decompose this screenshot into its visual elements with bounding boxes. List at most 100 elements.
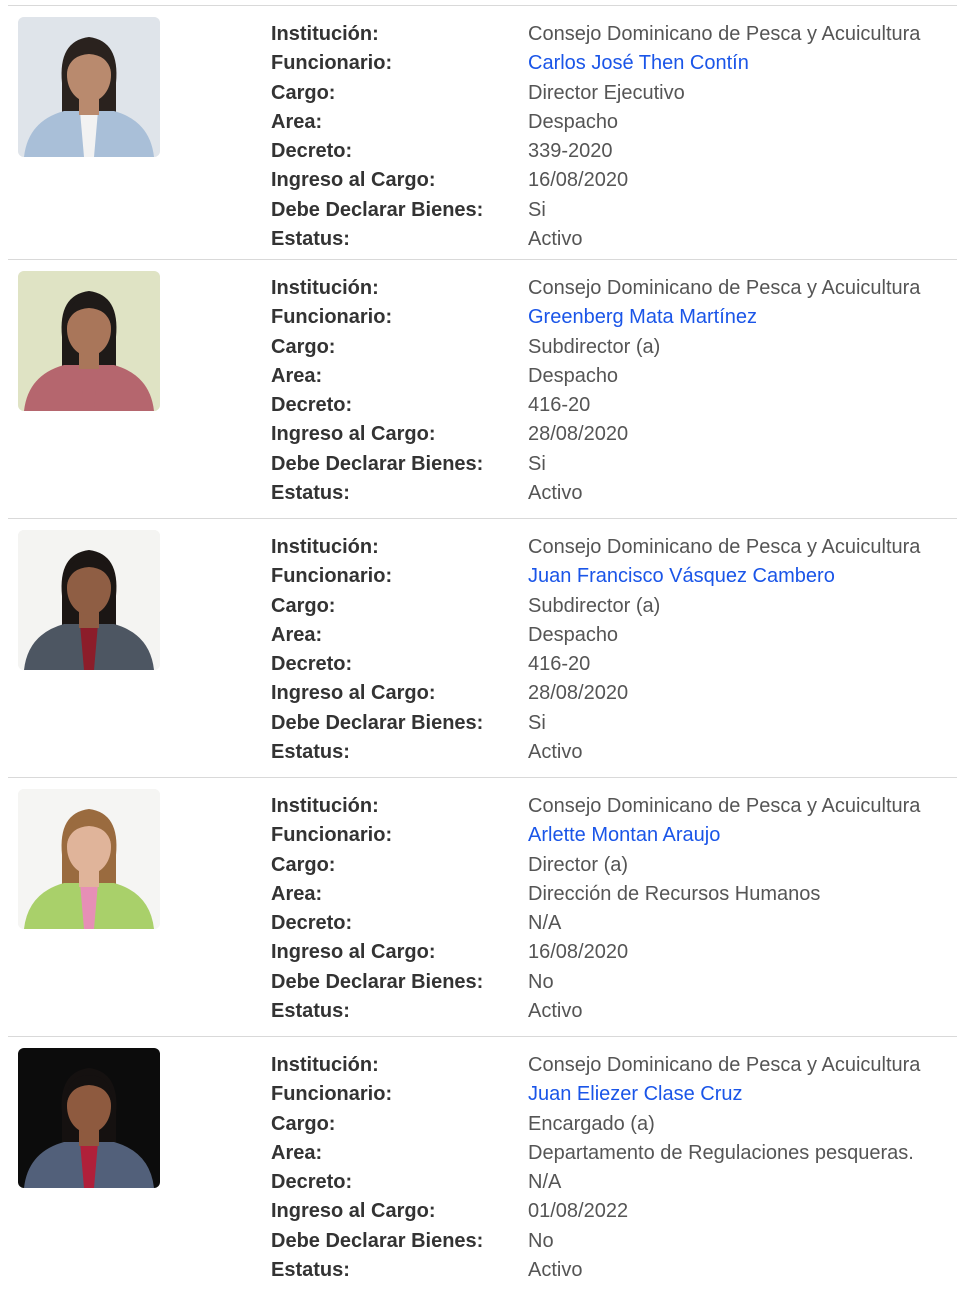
estatus-label: Estatus: bbox=[271, 228, 350, 251]
cargo-value: Subdirector (a) bbox=[528, 594, 661, 617]
area-label: Area: bbox=[271, 882, 323, 905]
declarar-value: Si bbox=[528, 452, 546, 475]
cargo-row: Cargo: Director Ejecutivo bbox=[271, 79, 957, 108]
area-row: Area: Dirección de Recursos Humanos bbox=[271, 880, 957, 909]
estatus-value: Activo bbox=[528, 1000, 583, 1023]
institucion-row: Institución: Consejo Dominicano de Pesca… bbox=[271, 1051, 957, 1080]
cargo-label: Cargo: bbox=[271, 1112, 336, 1135]
institucion-row: Institución: Consejo Dominicano de Pesca… bbox=[271, 533, 957, 562]
area-label: Area: bbox=[271, 110, 323, 133]
declarar-value: Si bbox=[528, 198, 546, 221]
decreto-label: Decreto: bbox=[271, 394, 353, 417]
estatus-row: Estatus: Activo bbox=[271, 1256, 957, 1285]
official-photo bbox=[18, 530, 160, 670]
funcionario-label: Funcionario: bbox=[271, 824, 393, 847]
decreto-label: Decreto: bbox=[271, 140, 353, 163]
institucion-value: Consejo Dominicano de Pesca y Acuicultur… bbox=[528, 795, 921, 817]
cargo-row: Cargo: Subdirector (a) bbox=[271, 592, 957, 621]
person-photo-icon bbox=[18, 271, 160, 411]
funcionario-link[interactable]: Juan Francisco Vásquez Cambero bbox=[528, 562, 835, 591]
cargo-row: Cargo: Encargado (a) bbox=[271, 1110, 957, 1139]
declarar-row: Debe Declarar Bienes: Si bbox=[271, 450, 957, 479]
declarar-value: No bbox=[528, 1229, 554, 1252]
area-row: Area: Despacho bbox=[271, 362, 957, 391]
declarar-row: Debe Declarar Bienes: No bbox=[271, 968, 957, 997]
ingreso-label: Ingreso al Cargo: bbox=[271, 1200, 436, 1223]
funcionario-label: Funcionario: bbox=[271, 306, 393, 329]
official-card: Institución: Consejo Dominicano de Pesca… bbox=[8, 777, 957, 1036]
ingreso-row: Ingreso al Cargo: 16/08/2020 bbox=[271, 938, 957, 967]
cargo-row: Cargo: Subdirector (a) bbox=[271, 333, 957, 362]
estatus-row: Estatus: Activo bbox=[271, 738, 957, 767]
institucion-label: Institución: bbox=[271, 536, 379, 558]
funcionario-link[interactable]: Greenberg Mata Martínez bbox=[528, 303, 757, 332]
estatus-value: Activo bbox=[528, 1259, 583, 1282]
declarar-value: No bbox=[528, 970, 554, 993]
decreto-row: Decreto: 416-20 bbox=[271, 391, 957, 420]
official-details: Institución: Consejo Dominicano de Pesca… bbox=[271, 533, 957, 767]
declarar-row: Debe Declarar Bienes: No bbox=[271, 1227, 957, 1256]
funcionario-row: Funcionario: Arlette Montan Araujo bbox=[271, 821, 957, 850]
ingreso-value: 28/08/2020 bbox=[528, 682, 629, 705]
official-photo bbox=[18, 271, 160, 411]
person-photo-icon bbox=[18, 789, 160, 929]
decreto-value: 416-20 bbox=[528, 394, 591, 417]
funcionario-row: Funcionario: Greenberg Mata Martínez bbox=[271, 303, 957, 332]
decreto-row: Decreto: N/A bbox=[271, 909, 957, 938]
declarar-label: Debe Declarar Bienes: bbox=[271, 711, 484, 734]
decreto-row: Decreto: 416-20 bbox=[271, 650, 957, 679]
decreto-value: 339-2020 bbox=[528, 140, 613, 163]
area-row: Area: Departamento de Regulaciones pesqu… bbox=[271, 1139, 957, 1168]
institucion-value: Consejo Dominicano de Pesca y Acuicultur… bbox=[528, 277, 921, 299]
institucion-label: Institución: bbox=[271, 23, 379, 45]
funcionario-link[interactable]: Arlette Montan Araujo bbox=[528, 821, 720, 850]
decreto-label: Decreto: bbox=[271, 653, 353, 676]
cargo-value: Subdirector (a) bbox=[528, 335, 661, 358]
official-card: Institución: Consejo Dominicano de Pesca… bbox=[8, 5, 957, 264]
funcionario-label: Funcionario: bbox=[271, 52, 393, 75]
official-details: Institución: Consejo Dominicano de Pesca… bbox=[271, 792, 957, 1026]
officials-list: Institución: Consejo Dominicano de Pesca… bbox=[8, 0, 957, 1295]
decreto-label: Decreto: bbox=[271, 912, 353, 935]
ingreso-label: Ingreso al Cargo: bbox=[271, 941, 436, 964]
decreto-row: Decreto: 339-2020 bbox=[271, 137, 957, 166]
official-card: Institución: Consejo Dominicano de Pesca… bbox=[8, 1036, 957, 1295]
funcionario-row: Funcionario: Juan Eliezer Clase Cruz bbox=[271, 1080, 957, 1109]
cargo-label: Cargo: bbox=[271, 81, 336, 104]
ingreso-row: Ingreso al Cargo: 01/08/2022 bbox=[271, 1197, 957, 1226]
funcionario-link[interactable]: Carlos José Then Contín bbox=[528, 49, 749, 78]
official-details: Institución: Consejo Dominicano de Pesca… bbox=[271, 274, 957, 508]
funcionario-link[interactable]: Juan Eliezer Clase Cruz bbox=[528, 1080, 743, 1109]
official-photo bbox=[18, 789, 160, 929]
ingreso-row: Ingreso al Cargo: 28/08/2020 bbox=[271, 679, 957, 708]
ingreso-label: Ingreso al Cargo: bbox=[271, 423, 436, 446]
cargo-row: Cargo: Director (a) bbox=[271, 851, 957, 880]
ingreso-value: 16/08/2020 bbox=[528, 169, 629, 192]
ingreso-value: 28/08/2020 bbox=[528, 423, 629, 446]
ingreso-label: Ingreso al Cargo: bbox=[271, 682, 436, 705]
cargo-label: Cargo: bbox=[271, 853, 336, 876]
declarar-label: Debe Declarar Bienes: bbox=[271, 452, 484, 475]
funcionario-row: Funcionario: Juan Francisco Vásquez Camb… bbox=[271, 562, 957, 591]
ingreso-value: 16/08/2020 bbox=[528, 941, 629, 964]
ingreso-row: Ingreso al Cargo: 16/08/2020 bbox=[271, 166, 957, 195]
institucion-row: Institución: Consejo Dominicano de Pesca… bbox=[271, 20, 957, 49]
declarar-label: Debe Declarar Bienes: bbox=[271, 1229, 484, 1252]
declarar-row: Debe Declarar Bienes: Si bbox=[271, 709, 957, 738]
decreto-value: N/A bbox=[528, 912, 562, 935]
institucion-label: Institución: bbox=[271, 277, 379, 299]
cargo-label: Cargo: bbox=[271, 594, 336, 617]
area-value: Despacho bbox=[528, 110, 619, 133]
official-card: Institución: Consejo Dominicano de Pesca… bbox=[8, 259, 957, 518]
estatus-label: Estatus: bbox=[271, 741, 350, 764]
institucion-value: Consejo Dominicano de Pesca y Acuicultur… bbox=[528, 23, 921, 45]
area-label: Area: bbox=[271, 364, 323, 387]
cargo-label: Cargo: bbox=[271, 335, 336, 358]
cargo-value: Encargado (a) bbox=[528, 1112, 655, 1135]
official-photo bbox=[18, 1048, 160, 1188]
area-row: Area: Despacho bbox=[271, 108, 957, 137]
estatus-label: Estatus: bbox=[271, 1000, 350, 1023]
institucion-value: Consejo Dominicano de Pesca y Acuicultur… bbox=[528, 1054, 921, 1076]
estatus-value: Activo bbox=[528, 482, 583, 505]
funcionario-label: Funcionario: bbox=[271, 1083, 393, 1106]
